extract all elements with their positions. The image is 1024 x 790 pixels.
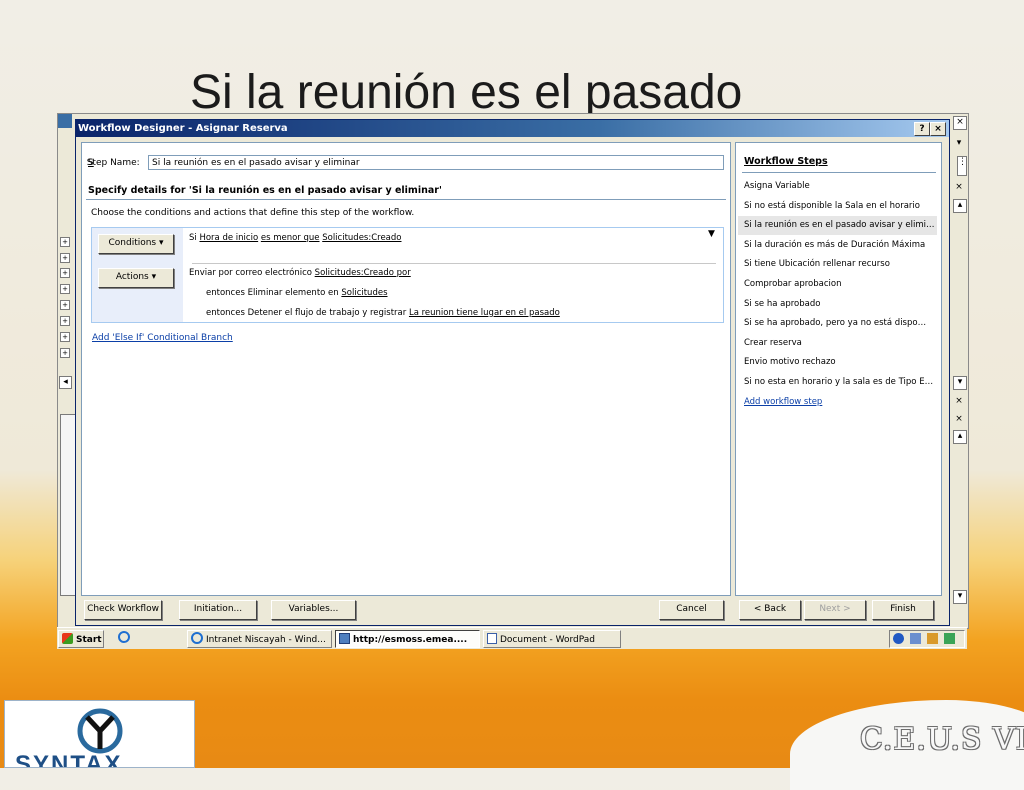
quicklaunch-ie-icon[interactable] — [115, 630, 137, 648]
workflow-steps-title-text: Workflow Steps — [744, 156, 828, 167]
bg-grip-icon[interactable]: ⋮ — [957, 156, 967, 176]
workflow-step-item[interactable]: Comprobar aprobacion — [738, 275, 937, 294]
taskbar-item-label: Intranet Niscayah - Wind... — [206, 635, 326, 645]
syntax-logo: SYNTAX — [4, 700, 195, 768]
windows-logo-icon — [62, 633, 73, 644]
action-link[interactable]: Solicitudes:Creado por — [315, 268, 411, 278]
workflow-step-item[interactable]: Si no esta en horario y la sala es de Ti… — [738, 373, 937, 392]
ie-icon — [191, 632, 203, 644]
start-label: Start — [76, 635, 102, 645]
step-name-label-text: Step Name: — [86, 158, 140, 168]
bg-expand-icon[interactable]: + — [60, 348, 70, 358]
condition-separator — [192, 263, 716, 264]
security-tray-icon[interactable] — [926, 633, 938, 644]
status-tray-icon[interactable] — [943, 633, 955, 644]
bg-scroll-down-icon-3[interactable]: ▾ — [953, 590, 967, 604]
bg-expand-icon[interactable]: + — [60, 300, 70, 310]
help-button[interactable]: ? — [914, 122, 930, 136]
condition-dropdown-icon[interactable]: ▼ — [708, 229, 715, 239]
divider — [86, 199, 726, 200]
bg-expand-icon[interactable]: + — [60, 316, 70, 326]
action-link[interactable]: Solicitudes — [341, 288, 387, 298]
bg-scroll-left-icon[interactable]: ◂ — [59, 376, 72, 389]
wordpad-icon — [487, 633, 497, 644]
workflow-steps-panel: Workflow Steps Asigna Variable Si no está… — [735, 142, 942, 596]
close-button[interactable]: × — [930, 122, 946, 136]
syntax-logo-text: SYNTAX — [15, 751, 123, 768]
dialog-title: Workflow Designer - Asignar Reserva — [78, 123, 288, 134]
ie-icon — [118, 631, 130, 643]
taskbar: Start Intranet Niscayah - Wind... http:/… — [57, 627, 967, 649]
conditions-button[interactable]: Conditions ▾ — [98, 234, 174, 254]
bg-close-icon[interactable]: × — [953, 116, 967, 130]
condition-value-link[interactable]: Solicitudes:Creado — [322, 233, 401, 243]
finish-button[interactable]: Finish — [872, 600, 934, 620]
workflow-steps-title: Workflow Steps — [744, 156, 828, 167]
variables-button[interactable]: Variables... — [271, 600, 356, 620]
bg-scroll-down-icon[interactable]: ▾ — [953, 138, 965, 150]
bg-close-icon-3[interactable]: × — [953, 396, 965, 408]
bg-expand-icon[interactable]: + — [60, 237, 70, 247]
bg-close-icon-2[interactable]: × — [953, 182, 965, 194]
action-row: Enviar por correo electrónico Solicitude… — [189, 268, 411, 278]
help-tray-icon[interactable] — [893, 633, 904, 644]
bg-scroll-up-icon[interactable]: ▴ — [953, 199, 967, 213]
choose-instructions: Choose the conditions and actions that d… — [91, 208, 415, 218]
workflow-step-item[interactable]: Si se ha aprobado — [738, 295, 937, 314]
condition-operator-link[interactable]: es menor que — [261, 233, 320, 243]
workflow-step-item[interactable]: Si no está disponible la Sala en el hora… — [738, 197, 937, 216]
workflow-designer-dialog: Workflow Designer - Asignar Reserva ? × … — [75, 119, 950, 626]
taskbar-item[interactable]: Document - WordPad — [483, 630, 621, 648]
workflow-step-item[interactable]: Si la duración es más de Duración Máxima — [738, 236, 937, 255]
system-tray — [889, 630, 965, 648]
next-button[interactable]: Next > — [804, 600, 866, 620]
back-button[interactable]: < Back — [739, 600, 801, 620]
actions-button[interactable]: Actions ▾ — [98, 268, 174, 288]
bg-expand-icon[interactable]: + — [60, 284, 70, 294]
initiation-button[interactable]: Initiation... — [179, 600, 257, 620]
check-workflow-button[interactable]: Check Workflow — [84, 600, 162, 620]
condition-prefix: Si — [189, 233, 197, 243]
condition-field-link[interactable]: Hora de inicio — [199, 233, 258, 243]
dialog-titlebar[interactable]: Workflow Designer - Asignar Reserva ? × — [76, 120, 949, 137]
specify-heading: Specify details for 'Si la reunión es en… — [88, 185, 442, 196]
taskbar-item-active[interactable]: http://esmoss.emea.... — [335, 630, 480, 648]
bg-scroll-up-icon-2[interactable]: ▴ — [953, 430, 967, 444]
step-name-label: SStep Name: — [86, 158, 140, 168]
action-link[interactable]: La reunion tiene lugar en el pasado — [409, 308, 560, 318]
bg-panel — [60, 414, 76, 596]
bg-expand-icon[interactable]: + — [60, 253, 70, 263]
network-tray-icon[interactable] — [909, 633, 921, 644]
workflow-step-item[interactable]: Envio motivo rechazo — [738, 353, 937, 372]
action-row: entonces Eliminar elemento en Solicitude… — [206, 288, 388, 298]
bg-window-icon — [58, 114, 72, 128]
designer-icon — [339, 633, 350, 644]
bg-close-icon-4[interactable]: × — [953, 414, 965, 426]
taskbar-item[interactable]: Intranet Niscayah - Wind... — [187, 630, 332, 648]
action-text: Enviar por correo electrónico — [189, 268, 312, 278]
add-workflow-step-link[interactable]: Add workflow step — [738, 393, 937, 412]
workflow-step-item[interactable]: Asigna Variable — [738, 177, 937, 196]
bg-expand-icon[interactable]: + — [60, 332, 70, 342]
workflow-step-item[interactable]: Si se ha aprobado, pero ya no está dispo… — [738, 314, 937, 333]
add-else-if-link[interactable]: Add 'Else If' Conditional Branch — [92, 333, 233, 343]
cancel-button[interactable]: Cancel — [659, 600, 724, 620]
rules-box: Conditions ▾ Actions ▾ Si Hora de inicio… — [91, 227, 724, 323]
workflow-step-item[interactable]: Si la reunión es en el pasado avisar y e… — [738, 216, 937, 236]
start-button[interactable]: Start — [58, 630, 104, 648]
step-editor-panel: SStep Name: Si la reunión es en el pasad… — [81, 142, 731, 596]
action-row: entonces Detener el flujo de trabajo y r… — [206, 308, 560, 318]
steps-divider — [742, 172, 936, 173]
workflow-step-item[interactable]: Si tiene Ubicación rellenar recurso — [738, 255, 937, 274]
action-text: entonces Eliminar elemento en — [206, 288, 339, 298]
workflow-step-item[interactable]: Crear reserva — [738, 334, 937, 353]
ceus-logo: C.E.U.S VI — [860, 722, 1024, 757]
bg-scroll-down-icon-2[interactable]: ▾ — [953, 376, 967, 390]
step-name-input[interactable]: Si la reunión es en el pasado avisar y e… — [148, 155, 724, 170]
condition-row: Si Hora de inicio es menor que Solicitud… — [189, 233, 402, 243]
taskbar-item-label: http://esmoss.emea.... — [353, 635, 468, 645]
taskbar-item-label: Document - WordPad — [500, 635, 595, 645]
bg-expand-icon[interactable]: + — [60, 268, 70, 278]
action-text: entonces Detener el flujo de trabajo y r… — [206, 308, 407, 318]
